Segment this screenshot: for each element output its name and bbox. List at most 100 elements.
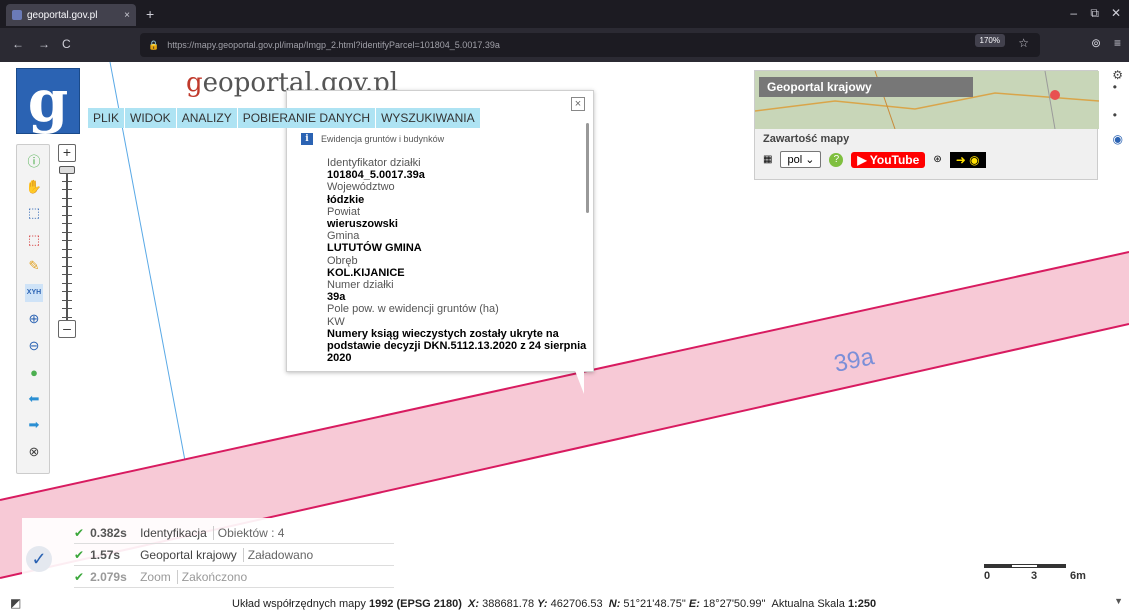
zoom-tick[interactable] (62, 189, 72, 190)
corner-icon[interactable]: ◩ (10, 596, 21, 610)
pan-tool-icon[interactable]: ✋ (25, 178, 43, 196)
popup-fields: Identyfikator działki 101804_5.0017.39a Wo… (327, 157, 587, 364)
zoom-slider[interactable]: + – (56, 144, 78, 344)
zoom-tick[interactable] (62, 265, 72, 267)
zoom-out-tool-icon[interactable]: ⊖ (25, 337, 43, 355)
map-canvas[interactable]: 39a g geoportal.gov.pl × i Ewidencja gru… (0, 62, 1129, 613)
zoom-tick[interactable] (62, 291, 72, 292)
scale-tick-label: 6m (1070, 570, 1086, 582)
pencil-tool-icon[interactable]: ✎ (25, 257, 43, 275)
popup-layer-row: i Ewidencja gruntów i budynków (301, 133, 444, 145)
forward-icon[interactable]: → (38, 37, 50, 51)
menu-item[interactable]: POBIERANIE DANYCH (237, 108, 377, 128)
zoom-tick[interactable] (62, 274, 72, 275)
y-value: 462706.53 (550, 598, 603, 610)
language-select[interactable]: pol ⌄ (780, 151, 822, 168)
field-label: Pole pow. w ewidencji gruntów (ha) (327, 303, 499, 316)
scale-segment (1038, 564, 1066, 568)
zoom-tick[interactable] (62, 257, 72, 258)
zoom-tick[interactable] (62, 206, 72, 207)
zoom-tick[interactable] (62, 308, 72, 309)
log-layer-name: Geoportal krajowy (140, 547, 237, 562)
lock-icon: 🔒 (148, 39, 160, 50)
zoom-out-button[interactable]: – (58, 320, 76, 338)
url-text: https://mapy.geoportal.gov.pl/imap/Imgp_… (167, 40, 500, 50)
identify-popup: × i Ewidencja gruntów i budynków Identyf… (286, 90, 594, 372)
log-check-icon[interactable]: ✓ (26, 546, 52, 572)
zoom-tick[interactable] (62, 240, 72, 241)
select-blue-tool-icon[interactable]: ⬚ (25, 204, 43, 222)
globe-tool-icon[interactable]: ● (25, 363, 43, 381)
pocket-icon[interactable]: ⊚ (1091, 36, 1101, 50)
scroll-down-icon[interactable]: ▼ (1114, 596, 1123, 606)
menu-item[interactable]: ANALIZY (176, 108, 238, 128)
new-tab-button[interactable]: + (146, 6, 154, 22)
back-icon[interactable]: ← (12, 37, 24, 51)
youtube-button[interactable]: ▶ YouTube (851, 151, 926, 168)
eye-icon[interactable]: ◉ (1113, 132, 1123, 146)
map-toolbar: ⓘ ✋ ⬚ ⬚ ✎ XYH ⊕ ⊖ ● ⬅ ➡ ⊗ (16, 144, 50, 474)
restore-icon[interactable]: ⧉ (1090, 6, 1099, 21)
zoom-level-badge[interactable]: 170% (974, 34, 1005, 47)
high-contrast-button[interactable]: ➜ ◉ (949, 151, 986, 168)
field-label: Identyfikator działki (327, 157, 421, 169)
zoom-tick[interactable] (62, 316, 72, 318)
coordinates-bar: ◩ Układ współrzędnych mapy 1992 (EPSG 21… (0, 592, 1129, 613)
help-icon[interactable]: ? (829, 152, 844, 167)
zoom-tick[interactable] (62, 197, 72, 199)
zoom-handle[interactable] (59, 166, 75, 174)
tab-close-icon[interactable]: × (124, 10, 130, 21)
accessibility-icon[interactable]: ⊛ (933, 154, 941, 165)
zoom-tick[interactable] (62, 223, 72, 224)
zoom-tick[interactable] (62, 282, 72, 284)
zoom-tick[interactable] (62, 214, 72, 216)
browser-tab[interactable]: geoportal.gov.pl × (6, 4, 136, 26)
forward-tool-icon[interactable]: ➡ (25, 416, 43, 434)
zoom-in-button[interactable]: + (58, 144, 76, 162)
zoom-in-tool-icon[interactable]: ⊕ (25, 310, 43, 328)
scale-tick-label: 3 (1031, 570, 1038, 582)
xyh-tool-icon[interactable]: XYH (25, 283, 43, 302)
zoom-tick[interactable] (62, 248, 72, 250)
log-ok-icon: ✔ (74, 569, 85, 584)
minimize-icon[interactable]: – (1070, 6, 1077, 20)
field-value: Numery ksiąg wieczystych zostały ukryte … (327, 327, 587, 365)
menu-item[interactable]: WIDOK (125, 108, 177, 128)
field-label: Województwo (327, 181, 395, 194)
field-label: Numer działki (327, 279, 394, 292)
scale-bar: 0 3 6m (984, 560, 1094, 590)
y-label: Y: (537, 598, 548, 610)
back-tool-icon[interactable]: ⬅ (25, 390, 43, 408)
info-tool-icon[interactable]: ⓘ (25, 151, 43, 169)
popup-close-button[interactable]: × (571, 97, 585, 111)
select-red-tool-icon[interactable]: ⬚ (25, 231, 43, 249)
field-value: 39a (327, 291, 346, 304)
clear-tool-icon[interactable]: ⊗ (25, 443, 43, 461)
legend-icon[interactable]: ▦ (763, 154, 772, 165)
geoportal-logo[interactable]: g (16, 68, 80, 134)
e-value: 18°27'50.99" (702, 598, 766, 610)
main-menu: PLIK WIDOK ANALIZY POBIERANIE DANYCH WYSZUKI… (88, 108, 481, 128)
site-title-g: g (186, 68, 203, 98)
hamburger-menu-icon[interactable]: ≡ (1114, 36, 1121, 50)
field-label: Powiat (327, 205, 361, 218)
menu-item[interactable]: WYSZUKIWANIA (376, 108, 481, 128)
menu-item[interactable]: PLIK (88, 108, 126, 128)
log-layer-name: Identyfikacja (140, 525, 207, 540)
zoom-tick[interactable] (62, 299, 72, 301)
overview-minimap[interactable]: Geoportal krajowy (755, 71, 1099, 129)
app-window: geoportal.gov.pl × + – ⧉ ✕ ← → C 🔒 https… (0, 0, 1129, 613)
window-close-icon[interactable]: ✕ (1111, 6, 1121, 20)
zoom-tick[interactable] (62, 180, 72, 182)
n-label: N: (608, 598, 621, 610)
log-ok-icon: ✔ (74, 547, 85, 562)
scale-segment (1011, 564, 1038, 568)
n-value: 51°21'48.75" (623, 598, 686, 610)
bookmark-star-icon[interactable]: ☆ (1018, 36, 1029, 50)
reload-icon[interactable]: C (62, 37, 71, 51)
zoom-tick[interactable] (62, 231, 72, 233)
log-time: 0.382s (90, 525, 127, 540)
field-value: 101804_5.0017.39a (327, 169, 425, 182)
map-content-title: Zawartość mapy (763, 133, 850, 145)
url-bar[interactable]: 🔒 https://mapy.geoportal.gov.pl/imap/Img… (140, 33, 1040, 57)
